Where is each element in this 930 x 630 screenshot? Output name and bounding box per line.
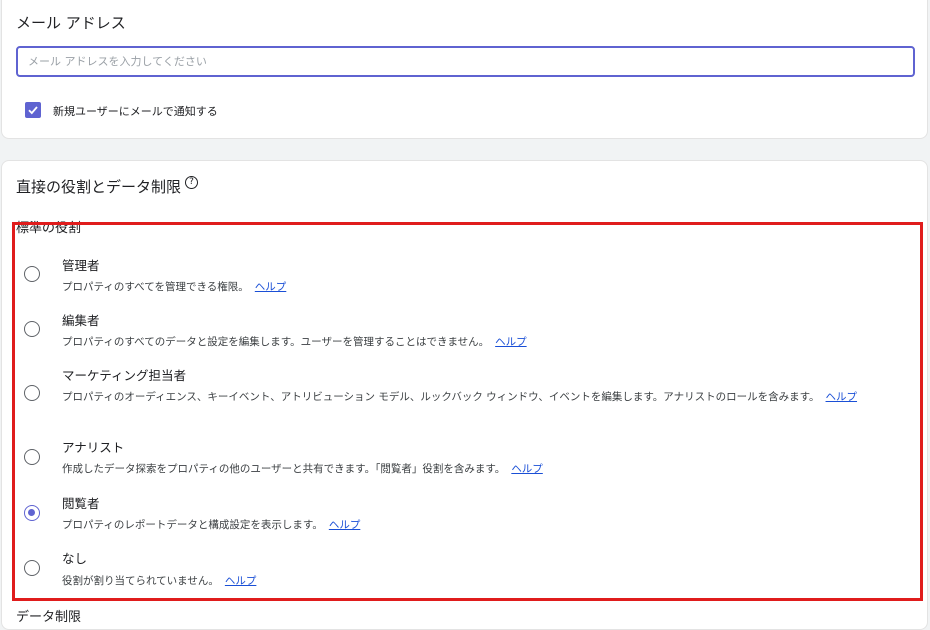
role-description: 役割が割り当てられていません。 ヘルプ <box>62 574 914 588</box>
role-name: 編集者 <box>62 313 100 328</box>
role-description: プロパティのすべてを管理できる権限。 ヘルプ <box>62 280 914 294</box>
help-link-admin[interactable]: ヘルプ <box>255 281 287 293</box>
role-name: マーケティング担当者 <box>62 368 187 383</box>
role-description-text: プロパティのレポートデータと構成設定を表示します。 <box>62 519 323 531</box>
roles-card: 直接の役割とデータ制限 ? 標準の役割 管理者 プロパティのすべてを管理できる権… <box>1 160 928 630</box>
radio-editor[interactable] <box>24 321 40 337</box>
role-name: 管理者 <box>62 258 100 273</box>
data-limits-label: データ制限 <box>16 610 82 625</box>
role-description: プロパティのレポートデータと構成設定を表示します。 ヘルプ <box>62 518 914 532</box>
radio-analyst[interactable] <box>24 449 40 465</box>
radio-admin[interactable] <box>24 266 40 282</box>
role-description-text: プロパティのすべてのデータと設定を編集します。ユーザーを管理することはできません… <box>62 336 490 348</box>
email-input[interactable] <box>16 46 915 77</box>
help-link-none[interactable]: ヘルプ <box>225 575 257 587</box>
highlight-box <box>12 222 923 601</box>
help-link-analyst[interactable]: ヘルプ <box>511 463 543 475</box>
role-description-text: 役割が割り当てられていません。 <box>62 575 219 587</box>
radio-viewer[interactable] <box>24 505 40 521</box>
notify-checkbox[interactable] <box>25 102 41 118</box>
role-description: プロパティのオーディエンス、キーイベント、アトリビューション モデル、ルックバッ… <box>62 390 914 404</box>
help-link-editor[interactable]: ヘルプ <box>495 336 527 348</box>
role-description: 作成したデータ探索をプロパティの他のユーザーと共有できます。「閲覧者」役割を含み… <box>62 462 914 476</box>
radio-none[interactable] <box>24 560 40 576</box>
help-icon[interactable]: ? <box>185 176 198 189</box>
help-link-viewer[interactable]: ヘルプ <box>329 519 361 531</box>
notify-label: 新規ユーザーにメールで通知する <box>53 105 218 118</box>
role-description-text: プロパティのオーディエンス、キーイベント、アトリビューション モデル、ルックバッ… <box>62 391 820 403</box>
email-section-title: メール アドレス <box>16 14 126 32</box>
role-name: アナリスト <box>62 440 125 455</box>
roles-section-title: 直接の役割とデータ制限 <box>16 178 182 196</box>
role-name: なし <box>62 551 88 566</box>
role-description: プロパティのすべてのデータと設定を編集します。ユーザーを管理することはできません… <box>62 335 914 349</box>
email-card: メール アドレス 新規ユーザーにメールで通知する <box>1 0 928 139</box>
help-link-marketer[interactable]: ヘルプ <box>826 391 858 403</box>
role-description-text: プロパティのすべてを管理できる権限。 <box>62 281 249 293</box>
role-name: 閲覧者 <box>62 496 100 511</box>
check-icon <box>28 106 38 115</box>
role-description-text: 作成したデータ探索をプロパティの他のユーザーと共有できます。「閲覧者」役割を含み… <box>62 463 506 475</box>
radio-marketer[interactable] <box>24 385 40 401</box>
